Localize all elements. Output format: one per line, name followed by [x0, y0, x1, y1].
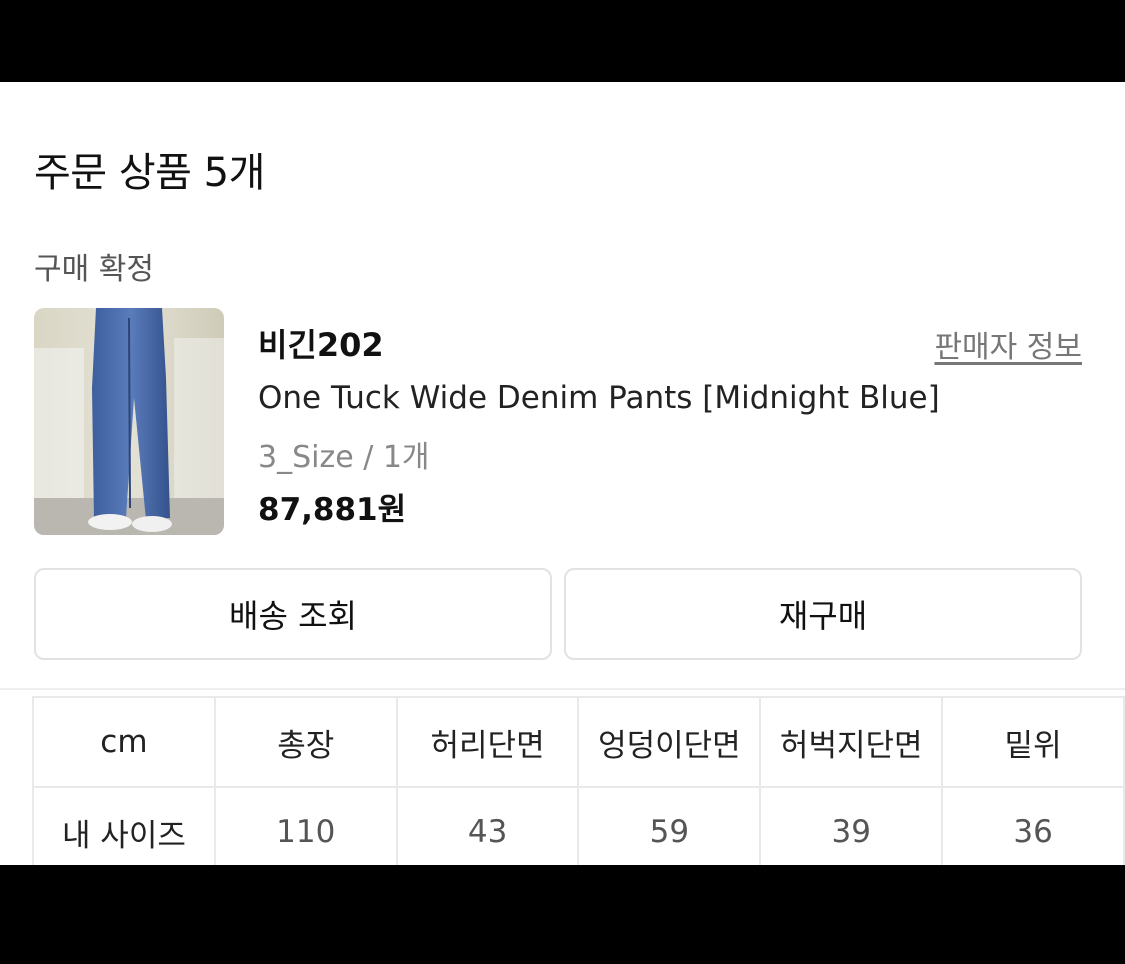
product-name[interactable]: One Tuck Wide Denim Pants [Midnight Blue… [258, 380, 940, 416]
size-header-cell: 허벅지단면 [759, 696, 944, 788]
size-header-cell: 밑위 [941, 696, 1125, 788]
product-price: 87,881원 [258, 492, 407, 528]
rebuy-button[interactable]: 재구매 [564, 568, 1082, 660]
size-header-cell: 허리단면 [395, 696, 580, 788]
size-table-header: cm 총장 허리단면 엉덩이단면 허벅지단면 밑위 [32, 696, 1125, 788]
order-status: 구매 확정 [34, 252, 154, 287]
seller-info-link[interactable]: 판매자 정보 [934, 322, 1082, 366]
size-value-cell: 110 [213, 786, 398, 865]
denim-pants-photo-icon [34, 308, 224, 535]
divider [0, 688, 1125, 690]
product-option: 3_Size / 1개 [258, 440, 430, 475]
track-delivery-button[interactable]: 배송 조회 [34, 568, 552, 660]
size-header-cell: 총장 [213, 696, 398, 788]
section-title: 주문 상품 5개 [34, 150, 265, 196]
size-header-cell: 엉덩이단면 [577, 696, 762, 788]
order-sheet: 주문 상품 5개 구매 확정 비긴202 판매자 정보 One Tuck Wid… [0, 82, 1125, 865]
size-value-cell: 39 [759, 786, 944, 865]
size-table: cm 총장 허리단면 엉덩이단면 허벅지단면 밑위 내 사이즈 110 43 5… [32, 696, 1125, 865]
size-header-cell: cm [32, 696, 216, 788]
product-image[interactable] [34, 308, 224, 535]
size-value-cell: 36 [941, 786, 1125, 865]
size-value-cell: 43 [395, 786, 580, 865]
brand-name[interactable]: 비긴202 [258, 320, 384, 366]
size-value-cell: 59 [577, 786, 762, 865]
size-row-label: 내 사이즈 [32, 786, 216, 865]
table-row: 내 사이즈 110 43 59 39 36 [32, 786, 1125, 865]
